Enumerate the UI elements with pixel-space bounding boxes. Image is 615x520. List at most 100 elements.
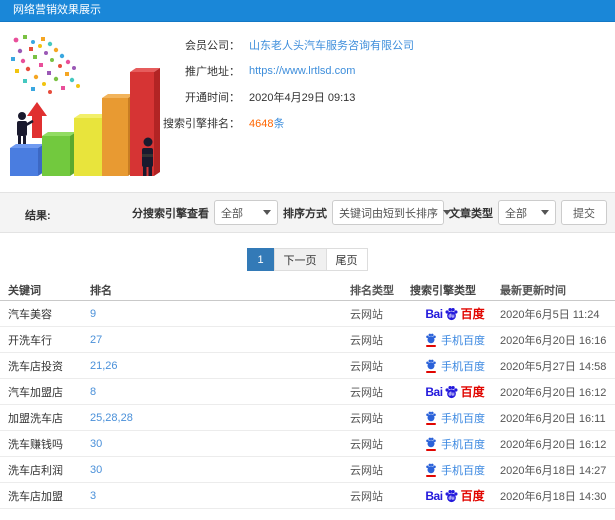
businessman-left	[17, 112, 34, 144]
table-body: 汽车美容 9 云网站 Bai du 百度 2020年6月5日 11:24 开洗车…	[0, 301, 615, 509]
rank-link[interactable]: 30	[90, 464, 102, 476]
update-time-cell: 2020年6月20日 16:12	[500, 386, 607, 399]
baidu-pc-logo: Bai du 百度	[425, 383, 484, 400]
promo-url-link[interactable]: https://www.lrtlsd.com	[249, 65, 355, 77]
info-row-company: 会员公司： 山东老人头汽车服务咨询有限公司	[155, 32, 414, 58]
keyword-cell: 洗车店加盟	[8, 490, 63, 503]
keyword-cell: 洗车赚钱吗	[8, 438, 63, 451]
mobile-baidu-text: 手机百度	[441, 412, 485, 425]
submit-button[interactable]: 提交	[561, 200, 607, 225]
update-time-cell: 2020年6月20日 16:12	[500, 438, 607, 451]
mobile-baidu-badge: 手机百度	[425, 410, 485, 426]
engine-view-select[interactable]: 全部	[214, 200, 278, 225]
mobile-baidu-badge: 手机百度	[425, 462, 485, 478]
rank-link[interactable]: 21,26	[90, 360, 118, 372]
mobile-baidu-badge: 手机百度	[425, 358, 485, 374]
next-page-button[interactable]: 下一页	[273, 248, 327, 271]
update-time-cell: 2020年5月27日 14:58	[500, 360, 607, 373]
bar-green	[42, 132, 76, 176]
result-label: 结果:	[25, 210, 51, 222]
table-row: 洗车赚钱吗 30 云网站 手机百度 2020年6月20日 16:12	[0, 431, 615, 457]
bar-orange	[102, 94, 134, 176]
engine-cell: 手机百度	[410, 332, 500, 348]
rank-type-cell: 云网站	[350, 464, 383, 477]
update-time-cell: 2020年6月20日 16:11	[500, 412, 606, 425]
filter-bar: 结果: 分搜索引擎查看 全部 排序方式 关键词由短到长排序 文章类型 全部 提交	[0, 192, 615, 233]
baidu-paw-icon: du	[445, 386, 458, 399]
baidu-cn-text: 百度	[460, 307, 485, 321]
rank-link[interactable]: 9	[90, 308, 96, 320]
engine-cell: 手机百度	[410, 358, 500, 374]
page-title: 网络营销效果展示	[13, 4, 101, 16]
growth-chart-illustration	[10, 35, 160, 176]
rank-type-cell: 云网站	[350, 360, 383, 373]
baidu-bai-text: Bai	[425, 306, 443, 321]
baidu-pc-logo: Bai du 百度	[425, 305, 484, 322]
mobile-baidu-redline	[426, 345, 436, 347]
baidu-pc-logo: Bai du 百度	[425, 487, 484, 504]
baidu-paw-icon: du	[445, 490, 458, 503]
engine-cell: Bai du 百度	[410, 305, 500, 322]
header-keyword: 关键词	[8, 285, 41, 297]
last-page-button[interactable]: 尾页	[325, 248, 368, 271]
engine-cell: 手机百度	[410, 410, 500, 426]
rank-link[interactable]: 3	[90, 490, 96, 502]
keyword-rank-table: 关键词 排名 排名类型 搜索引擎类型 最新更新时间 汽车美容 9 云网站 Bai…	[0, 280, 615, 509]
mobile-baidu-icon	[425, 436, 437, 451]
rank-count-unit: 条	[273, 118, 285, 130]
rank-type-cell: 云网站	[350, 386, 383, 399]
pagination: 1 下一页 尾页	[0, 248, 615, 271]
keyword-cell: 汽车加盟店	[8, 386, 63, 399]
engine-cell: Bai du 百度	[410, 383, 500, 400]
header-rank: 排名	[90, 285, 112, 297]
sort-select[interactable]: 关键词由短到长排序	[332, 200, 451, 225]
rank-link[interactable]: 30	[90, 438, 102, 450]
article-type-label: 文章类型	[449, 207, 493, 220]
keyword-cell: 洗车店利润	[8, 464, 63, 477]
rank-type-cell: 云网站	[350, 438, 383, 451]
baidu-cn-text: 百度	[460, 489, 485, 503]
svg-text:du: du	[448, 392, 454, 398]
table-row: 汽车美容 9 云网站 Bai du 百度 2020年6月5日 11:24	[0, 301, 615, 327]
mobile-baidu-text: 手机百度	[441, 464, 485, 477]
sort-selected: 关键词由短到长排序	[339, 207, 438, 220]
info-row-rank-count: 搜索引擎排名： 4648条	[155, 110, 414, 136]
keyword-cell: 加盟洗车店	[8, 412, 63, 425]
update-time-cell: 2020年6月5日 11:24	[500, 308, 600, 321]
update-time-cell: 2020年6月18日 14:27	[500, 464, 607, 477]
mobile-baidu-redline	[426, 475, 436, 477]
company-link[interactable]: 山东老人头汽车服务咨询有限公司	[249, 37, 414, 53]
rank-type-cell: 云网站	[350, 334, 383, 347]
rank-type-cell: 云网站	[350, 308, 383, 321]
open-time-value: 2020年4月29日 09:13	[249, 92, 356, 104]
mobile-baidu-text: 手机百度	[441, 360, 485, 373]
rank-type-cell: 云网站	[350, 412, 383, 425]
baidu-bai-text: Bai	[425, 488, 443, 503]
mobile-baidu-text: 手机百度	[441, 334, 485, 347]
promo-url-label: 推广地址：	[185, 66, 240, 78]
engine-view-selected: 全部	[221, 207, 243, 220]
engine-view-label: 分搜索引擎查看	[132, 207, 209, 220]
article-type-select[interactable]: 全部	[498, 200, 556, 225]
member-info-list: 会员公司： 山东老人头汽车服务咨询有限公司 推广地址： https://www.…	[155, 32, 414, 136]
mobile-baidu-icon	[425, 462, 437, 477]
info-row-url: 推广地址： https://www.lrtlsd.com	[155, 58, 414, 84]
mobile-baidu-redline	[426, 449, 436, 451]
keyword-cell: 汽车美容	[8, 308, 52, 321]
mobile-baidu-icon	[425, 332, 437, 347]
mobile-baidu-badge: 手机百度	[425, 436, 485, 452]
article-type-selected: 全部	[505, 207, 527, 220]
page-1-button[interactable]: 1	[246, 248, 275, 271]
rank-link[interactable]: 27	[90, 334, 102, 346]
rank-count-label: 搜索引擎排名：	[163, 118, 240, 130]
sort-label: 排序方式	[283, 207, 327, 220]
table-row: 洗车店利润 30 云网站 手机百度 2020年6月18日 14:27	[0, 457, 615, 483]
chevron-down-icon	[263, 210, 271, 215]
rank-link[interactable]: 25,28,28	[90, 412, 133, 424]
mobile-baidu-icon	[425, 410, 437, 425]
mobile-baidu-icon	[425, 358, 437, 373]
mobile-baidu-redline	[426, 423, 436, 425]
baidu-paw-icon: du	[445, 308, 458, 321]
rank-link[interactable]: 8	[90, 386, 96, 398]
engine-cell: 手机百度	[410, 436, 500, 452]
